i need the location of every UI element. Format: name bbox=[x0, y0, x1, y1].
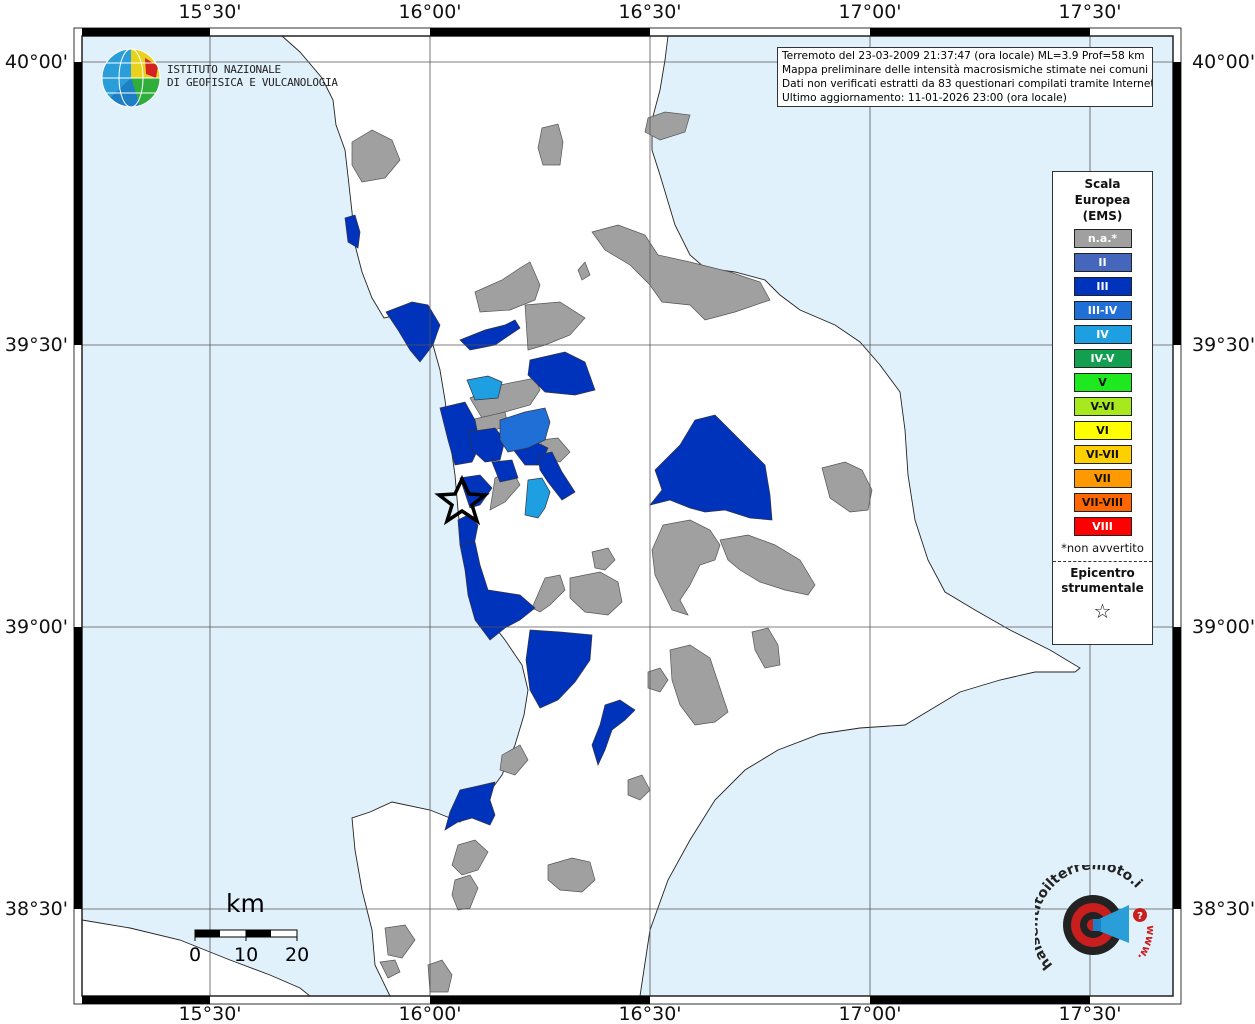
legend-separator bbox=[1053, 561, 1152, 562]
scale-unit: km bbox=[226, 889, 265, 918]
legend-item-vii: VII bbox=[1073, 469, 1132, 488]
legend-title-line2: Europea bbox=[1074, 193, 1131, 207]
lon-label-bottom-5: 17°30' bbox=[1058, 1003, 1121, 1024]
event-info-line4: Ultimo aggiornamento: 11-01-2026 23:00 (… bbox=[782, 92, 1067, 104]
event-info-box: Terremoto del 23-03-2009 21:37:47 (ora l… bbox=[777, 47, 1153, 107]
institute-name-line1: ISTITUTO NAZIONALE bbox=[167, 63, 281, 76]
lon-label-bottom-3: 16°30' bbox=[618, 1003, 681, 1024]
legend-item-v-vi: V-VI bbox=[1073, 397, 1132, 416]
legend-title: Scala Europea (EMS) bbox=[1053, 176, 1152, 224]
hst-badge: haisentitoilterremoto.it www. ? bbox=[1035, 865, 1155, 973]
legend-item-v: V bbox=[1073, 373, 1132, 392]
lat-label-right-4: 38°30' bbox=[1192, 898, 1255, 920]
legend-title-line3: (EMS) bbox=[1082, 209, 1123, 223]
legend-epicenter-label: Epicentro strumentale bbox=[1053, 566, 1152, 596]
legend-title-line1: Scala bbox=[1084, 177, 1121, 191]
event-info-line2: Mappa preliminare delle intensità macros… bbox=[782, 64, 1149, 76]
event-info-line1: Terremoto del 23-03-2009 21:37:47 (ora l… bbox=[782, 50, 1145, 62]
scale-label-20: 20 bbox=[285, 944, 310, 966]
svg-text:?: ? bbox=[1137, 911, 1143, 922]
scale-label-10: 10 bbox=[234, 944, 259, 966]
legend-items: n.a.* II III III-IV IV IV-V V V-VI VI VI-VII VII VI… bbox=[1053, 229, 1152, 536]
institute-name: ISTITUTO NAZIONALE DI GEOFISICA E VULCAN… bbox=[167, 63, 338, 89]
legend-item-ii: II bbox=[1073, 253, 1132, 272]
institute-name-line2: DI GEOFISICA E VULCANOLOGIA bbox=[167, 76, 338, 89]
legend-item-vi-vii: VI-VII bbox=[1073, 445, 1132, 464]
lat-label-right-3: 39°00' bbox=[1192, 616, 1255, 638]
lon-label-top-5: 17°30' bbox=[1058, 1, 1121, 23]
legend-item-vii-viii: VII-VIII bbox=[1073, 493, 1132, 512]
legend-item-iii: III bbox=[1073, 277, 1132, 296]
lat-label-left-3: 39°00' bbox=[5, 616, 68, 638]
event-info-line3: Dati non verificati estratti da 83 quest… bbox=[782, 78, 1153, 90]
lon-label-top-3: 16°30' bbox=[618, 1, 681, 23]
legend-star-icon: ☆ bbox=[1093, 599, 1112, 623]
legend-epicenter-line2: strumentale bbox=[1061, 581, 1144, 595]
legend-item-n-a: n.a.* bbox=[1073, 229, 1132, 248]
lon-label-bottom-4: 17°00' bbox=[838, 1003, 901, 1024]
intensity-legend: Scala Europea (EMS) n.a.* II III III-IV IV IV… bbox=[1052, 171, 1153, 645]
lon-label-bottom-1: 15°30' bbox=[178, 1003, 241, 1024]
lon-label-bottom-2: 16°00' bbox=[398, 1003, 461, 1024]
lon-label-top-2: 16°00' bbox=[398, 1, 461, 23]
legend-item-iv: IV bbox=[1073, 325, 1132, 344]
badge-prefix: www. bbox=[1135, 925, 1155, 963]
legend-item-viii: VIII bbox=[1073, 517, 1132, 536]
legend-item-iii-iv: III-IV bbox=[1073, 301, 1132, 320]
lat-label-left-2: 39°30' bbox=[5, 334, 68, 356]
globe-icon bbox=[101, 48, 161, 108]
lat-label-right-2: 39°30' bbox=[1192, 334, 1255, 356]
lon-label-top-1: 15°30' bbox=[178, 1, 241, 23]
legend-item-vi: VI bbox=[1073, 421, 1132, 440]
legend-note: *non avvertito bbox=[1061, 541, 1144, 555]
lon-label-top-4: 17°00' bbox=[838, 1, 901, 23]
lat-label-left-1: 40°00' bbox=[5, 51, 68, 73]
scale-label-0: 0 bbox=[189, 944, 202, 966]
legend-item-iv-v: IV-V bbox=[1073, 349, 1132, 368]
lat-label-left-4: 38°30' bbox=[5, 898, 68, 920]
lat-label-right-1: 40°00' bbox=[1192, 51, 1255, 73]
legend-epicenter-line1: Epicentro bbox=[1070, 566, 1135, 580]
